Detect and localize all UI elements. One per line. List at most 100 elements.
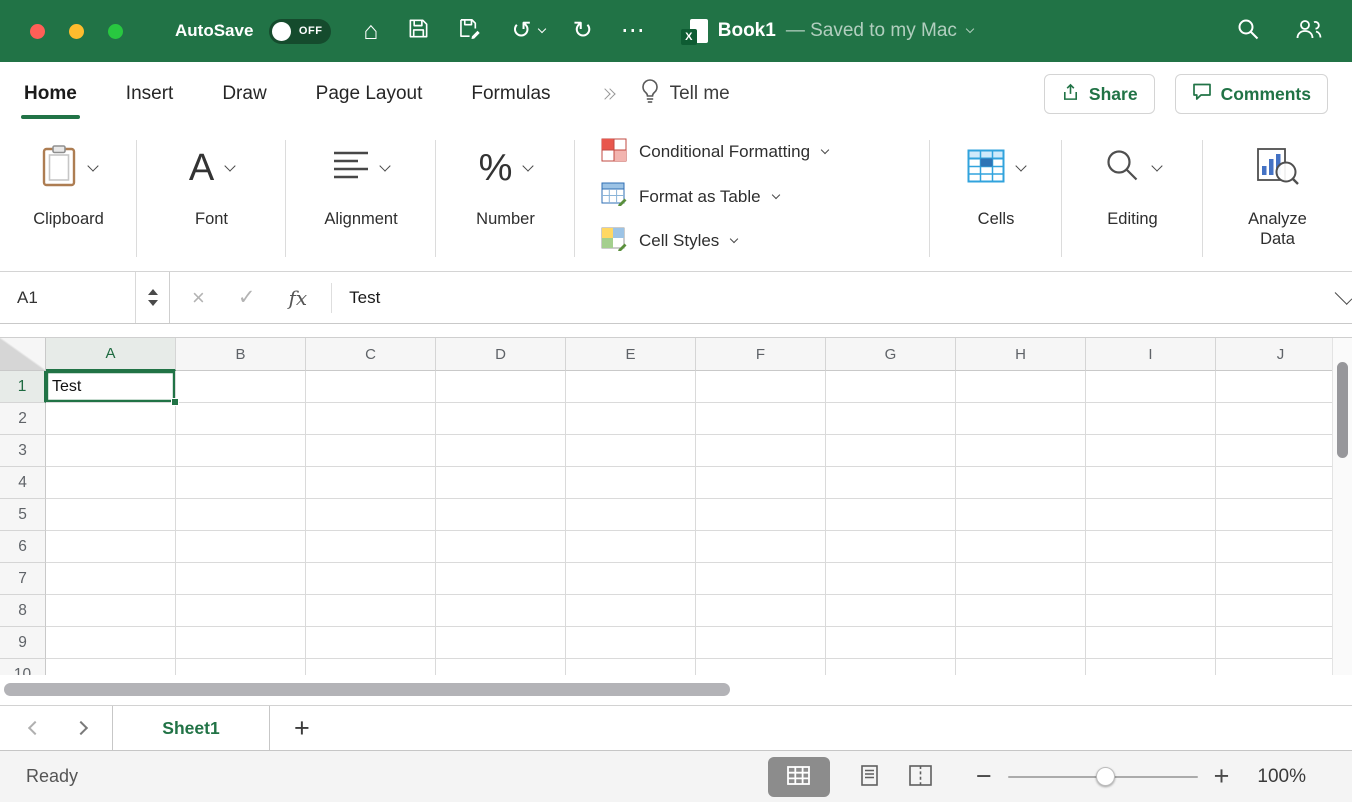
cell-J10[interactable] (1216, 659, 1346, 675)
share-button[interactable]: Share (1044, 74, 1155, 114)
font-dropdown[interactable]: A (189, 126, 234, 210)
analyze-data-button[interactable] (1256, 126, 1300, 210)
cells-dropdown[interactable] (967, 126, 1025, 210)
name-box[interactable]: A1 (0, 272, 170, 323)
cell-G8[interactable] (826, 595, 956, 627)
cell-G5[interactable] (826, 499, 956, 531)
row-header-5[interactable]: 5 (0, 499, 46, 531)
cell-D8[interactable] (436, 595, 566, 627)
cell-C6[interactable] (306, 531, 436, 563)
column-header-B[interactable]: B (176, 338, 306, 371)
tab-page-layout[interactable]: Page Layout (316, 62, 423, 126)
vertical-scrollbar[interactable] (1332, 338, 1352, 675)
conditional-formatting-button[interactable]: Conditional Formatting (601, 130, 828, 175)
cell-A2[interactable] (46, 403, 176, 435)
cell-G6[interactable] (826, 531, 956, 563)
editing-dropdown[interactable] (1105, 126, 1161, 210)
document-title[interactable]: X Book1 — Saved to my Mac (681, 18, 973, 45)
column-header-E[interactable]: E (566, 338, 696, 371)
cell-F6[interactable] (696, 531, 826, 563)
cell-H1[interactable] (956, 371, 1086, 403)
cell-C4[interactable] (306, 467, 436, 499)
cell-F4[interactable] (696, 467, 826, 499)
fullscreen-window-button[interactable] (108, 24, 123, 39)
cell-J7[interactable] (1216, 563, 1346, 595)
row-header-6[interactable]: 6 (0, 531, 46, 563)
column-header-D[interactable]: D (436, 338, 566, 371)
cell-H9[interactable] (956, 627, 1086, 659)
clipboard-dropdown[interactable] (41, 126, 97, 210)
tab-formulas[interactable]: Formulas (471, 62, 550, 126)
column-header-I[interactable]: I (1086, 338, 1216, 371)
add-sheet-button[interactable]: + (294, 706, 310, 750)
row-header-1[interactable]: 1 (0, 371, 46, 403)
minimize-window-button[interactable] (69, 24, 84, 39)
more-tabs-button[interactable] (604, 90, 614, 98)
doc-title-chevron-icon[interactable] (966, 25, 974, 33)
more-toolbar-commands-button[interactable]: ⋯ (619, 17, 647, 45)
cell-D5[interactable] (436, 499, 566, 531)
cell-H6[interactable] (956, 531, 1086, 563)
fill-handle[interactable] (171, 398, 179, 406)
cell-I1[interactable] (1086, 371, 1216, 403)
horizontal-scrollbar[interactable] (0, 675, 1352, 705)
cell-J1[interactable] (1216, 371, 1346, 403)
cell-C3[interactable] (306, 435, 436, 467)
spinner-down-icon[interactable] (148, 300, 158, 306)
cell-I3[interactable] (1086, 435, 1216, 467)
cell-C2[interactable] (306, 403, 436, 435)
zoom-out-button[interactable]: − (976, 763, 992, 790)
cell-H8[interactable] (956, 595, 1086, 627)
save-as-button[interactable] (456, 15, 486, 47)
cell-F5[interactable] (696, 499, 826, 531)
cell-I8[interactable] (1086, 595, 1216, 627)
cell-F10[interactable] (696, 659, 826, 675)
cell-A5[interactable] (46, 499, 176, 531)
row-header-10[interactable]: 10 (0, 659, 46, 675)
cell-B8[interactable] (176, 595, 306, 627)
cell-C10[interactable] (306, 659, 436, 675)
cell-E7[interactable] (566, 563, 696, 595)
cell-B3[interactable] (176, 435, 306, 467)
cell-E8[interactable] (566, 595, 696, 627)
tab-insert[interactable]: Insert (126, 62, 174, 126)
cell-E3[interactable] (566, 435, 696, 467)
cell-B7[interactable] (176, 563, 306, 595)
zoom-slider[interactable] (1008, 767, 1198, 787)
cell-A1[interactable]: Test (46, 371, 176, 403)
cell-H10[interactable] (956, 659, 1086, 675)
cell-E10[interactable] (566, 659, 696, 675)
page-layout-view-button[interactable] (858, 765, 881, 789)
cell-I7[interactable] (1086, 563, 1216, 595)
cell-D10[interactable] (436, 659, 566, 675)
cell-A6[interactable] (46, 531, 176, 563)
cell-I10[interactable] (1086, 659, 1216, 675)
cell-D2[interactable] (436, 403, 566, 435)
cell-B5[interactable] (176, 499, 306, 531)
redo-button[interactable]: ↻ (571, 17, 595, 45)
zoom-slider-knob[interactable] (1096, 767, 1115, 786)
page-break-view-button[interactable] (909, 765, 932, 789)
cell-J9[interactable] (1216, 627, 1346, 659)
cell-G1[interactable] (826, 371, 956, 403)
comments-button[interactable]: Comments (1175, 74, 1328, 114)
cell-F8[interactable] (696, 595, 826, 627)
cell-I4[interactable] (1086, 467, 1216, 499)
cell-E4[interactable] (566, 467, 696, 499)
cell-A3[interactable] (46, 435, 176, 467)
column-header-J[interactable]: J (1216, 338, 1346, 371)
cell-D7[interactable] (436, 563, 566, 595)
column-header-A[interactable]: A (46, 338, 176, 371)
cell-G3[interactable] (826, 435, 956, 467)
cell-G2[interactable] (826, 403, 956, 435)
cell-I6[interactable] (1086, 531, 1216, 563)
previous-sheet-chevron-icon[interactable] (28, 721, 42, 735)
confirm-entry-button[interactable]: ✓ (238, 285, 256, 310)
cell-styles-button[interactable]: Cell Styles (601, 219, 737, 264)
cell-D1[interactable] (436, 371, 566, 403)
cell-D9[interactable] (436, 627, 566, 659)
select-all-corner[interactable] (0, 338, 46, 371)
name-box-spinner[interactable] (135, 272, 169, 323)
row-header-8[interactable]: 8 (0, 595, 46, 627)
cell-J4[interactable] (1216, 467, 1346, 499)
